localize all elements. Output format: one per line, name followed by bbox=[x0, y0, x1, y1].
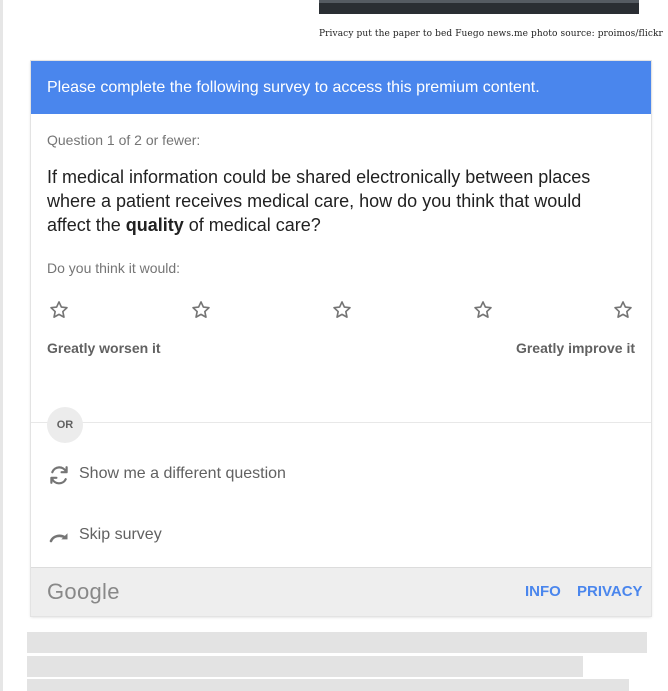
question-count: Question 1 of 2 or fewer: bbox=[47, 132, 201, 148]
placeholder-line-2 bbox=[27, 656, 583, 677]
star-1-icon[interactable] bbox=[48, 299, 70, 321]
privacy-link[interactable]: PRIVACY bbox=[577, 583, 643, 600]
google-logo: Google bbox=[47, 579, 120, 604]
placeholder-line-1 bbox=[27, 632, 647, 653]
article-photo bbox=[319, 0, 639, 14]
question-emphasis: quality bbox=[125, 215, 184, 235]
star-2-icon[interactable] bbox=[190, 299, 212, 321]
survey-footer: Google INFO PRIVACY bbox=[31, 567, 651, 616]
star-3-icon[interactable] bbox=[331, 299, 353, 321]
skip-survey-button[interactable]: Skip survey bbox=[47, 522, 347, 550]
photo-caption: Privacy put the paper to bed Fuego news.… bbox=[319, 29, 663, 39]
redo-arrow-icon bbox=[47, 524, 71, 548]
skip-survey-label: Skip survey bbox=[79, 526, 162, 543]
different-question-label: Show me a different question bbox=[79, 465, 286, 482]
survey-banner: Please complete the following survey to … bbox=[31, 61, 651, 114]
star-rating bbox=[31, 299, 651, 323]
info-link[interactable]: INFO bbox=[525, 583, 561, 600]
left-edge-rule bbox=[0, 0, 3, 691]
star-5-icon[interactable] bbox=[612, 299, 634, 321]
rating-prompt: Do you think it would: bbox=[47, 260, 181, 276]
rating-high-label: Greatly improve it bbox=[515, 340, 635, 356]
different-question-button[interactable]: Show me a different question bbox=[47, 461, 347, 489]
rating-low-label: Greatly worsen it bbox=[47, 340, 161, 356]
survey-card: Please complete the following survey to … bbox=[31, 61, 651, 616]
question-text-end: of medical care? bbox=[183, 215, 321, 235]
question-text: If medical information could be shared e… bbox=[47, 165, 617, 237]
placeholder-line-3 bbox=[27, 679, 629, 691]
photo-highlight bbox=[319, 0, 639, 3]
section-divider bbox=[31, 422, 651, 423]
refresh-icon bbox=[47, 463, 71, 487]
star-4-icon[interactable] bbox=[472, 299, 494, 321]
or-badge: OR bbox=[47, 407, 83, 443]
